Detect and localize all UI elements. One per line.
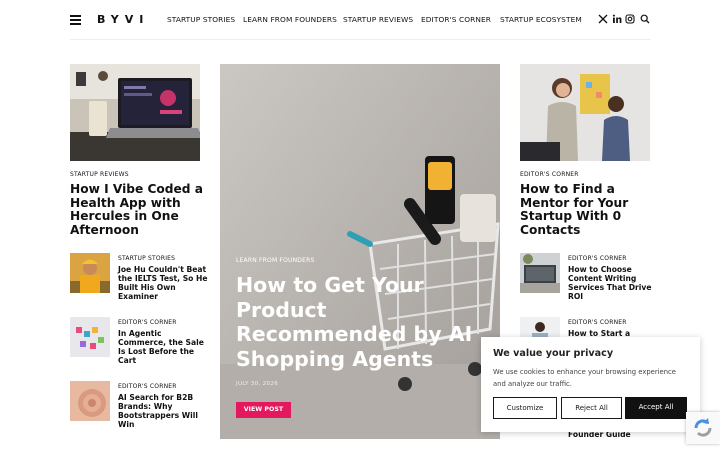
nav-startup-reviews[interactable]: STARTUP REVIEWS <box>343 15 413 24</box>
category-label[interactable]: STARTUP REVIEWS <box>70 171 129 178</box>
category-label[interactable]: EDITOR'S CORNER <box>118 319 177 326</box>
hero-title[interactable]: How to Get Your Product Recommended by A… <box>236 273 498 371</box>
nav-startup-stories[interactable]: STARTUP STORIES <box>167 15 235 24</box>
construction-worker-image[interactable] <box>70 253 110 293</box>
abstract-swirl-image[interactable] <box>70 381 110 421</box>
accept-all-button[interactable]: Accept All <box>625 397 687 419</box>
reject-all-button[interactable]: Reject All <box>561 397 622 419</box>
hero-category-label[interactable]: LEARN FROM FOUNDERS <box>236 257 314 264</box>
cookie-text: We use cookies to enhance your browsing … <box>493 368 676 388</box>
x-icon[interactable] <box>598 14 608 24</box>
cookie-consent-dialog: We value your privacy We use cookies to … <box>481 337 700 432</box>
category-label[interactable]: STARTUP STORIES <box>118 255 175 262</box>
nav-editors-corner[interactable]: EDITOR'S CORNER <box>421 15 491 24</box>
recaptcha-badge[interactable] <box>686 412 720 444</box>
article-title[interactable]: How to Choose Content Writing Services T… <box>568 265 652 301</box>
linkedin-icon[interactable] <box>612 14 622 24</box>
category-label[interactable]: EDITOR'S CORNER <box>520 171 579 178</box>
typing-laptop-image[interactable] <box>520 253 560 293</box>
hero-date: JULY 30, 2026 <box>236 381 279 387</box>
site-logo[interactable]: BYVI <box>97 13 149 26</box>
article-title[interactable]: Joe Hu Couldn't Beat the IELTS Test, So … <box>118 265 208 301</box>
article-title[interactable]: AI Search for B2B Brands: Why Bootstrapp… <box>118 393 208 429</box>
category-label[interactable]: EDITOR'S CORNER <box>118 383 177 390</box>
header-divider <box>70 39 651 40</box>
category-label[interactable]: EDITOR'S CORNER <box>568 319 627 326</box>
shopping-cart-blocks-image[interactable] <box>70 317 110 357</box>
laptop-cafe-image[interactable] <box>70 64 200 161</box>
article-title[interactable]: How I Vibe Coded a Health App with Hercu… <box>70 182 205 237</box>
category-label[interactable]: EDITOR'S CORNER <box>568 255 627 262</box>
article-title[interactable]: In Agentic Commerce, the Sale Is Lost Be… <box>118 329 208 365</box>
cookie-title: We value your privacy <box>493 348 614 359</box>
search-icon[interactable] <box>640 14 650 24</box>
customize-button[interactable]: Customize <box>493 397 557 419</box>
nav-learn-from-founders[interactable]: LEARN FROM FOUNDERS <box>243 15 337 24</box>
instagram-icon[interactable] <box>625 14 635 24</box>
mentor-meeting-image[interactable] <box>520 64 650 161</box>
article-title[interactable]: How to Find a Mentor for Your Startup Wi… <box>520 182 650 237</box>
menu-icon[interactable] <box>70 15 81 25</box>
view-post-button[interactable]: VIEW POST <box>236 402 291 418</box>
nav-startup-ecosystem[interactable]: STARTUP ECOSYSTEM <box>500 15 582 24</box>
